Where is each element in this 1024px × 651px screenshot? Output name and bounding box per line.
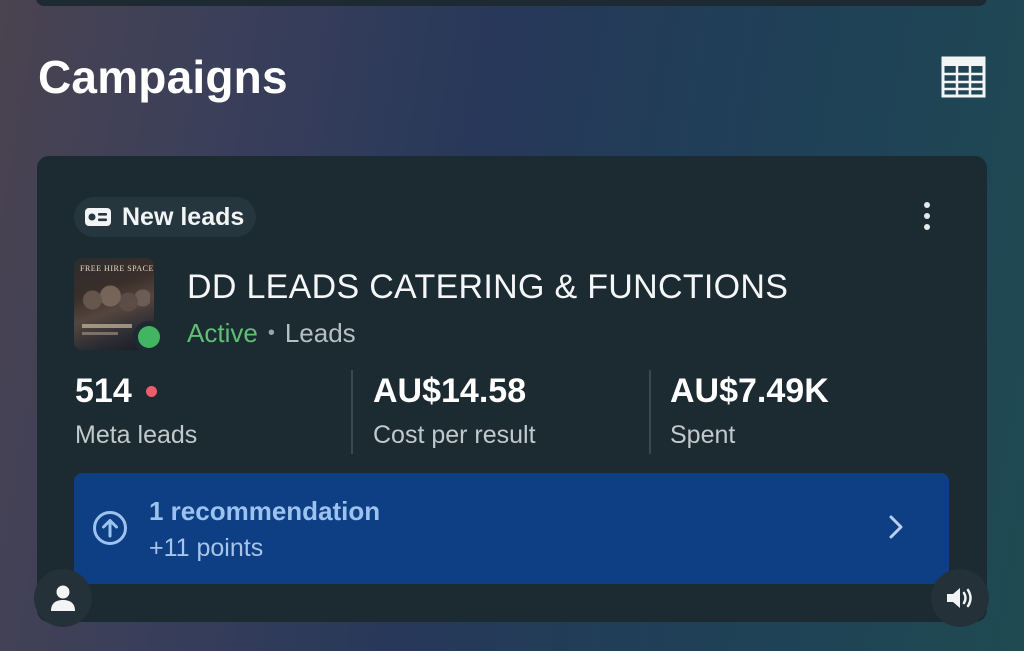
more-options-button[interactable] [915, 198, 939, 234]
recommendation-subtitle: +11 points [149, 534, 264, 562]
objective-badge: New leads [74, 197, 257, 237]
metric-value: AU$14.58 [373, 372, 527, 410]
profile-button[interactable] [34, 569, 92, 627]
campaign-card[interactable]: New leads FREE HIRE SPACE DD LEADS CATER… [37, 156, 987, 622]
page-title: Campaigns [38, 51, 288, 103]
more-vertical-icon [924, 202, 930, 208]
status-indicator [133, 321, 165, 353]
metric-value: 514 [75, 372, 132, 410]
metric-spent: AU$7.49K Spent [670, 372, 829, 450]
campaign-status-line: Active • Leads [187, 318, 356, 349]
metric-meta-leads: 514 Meta leads [75, 372, 197, 450]
recommendation-banner[interactable]: 1 recommendation +11 points [74, 473, 949, 584]
metric-label: Spent [670, 421, 736, 449]
arrow-up-circle-icon [93, 511, 127, 545]
table-view-button[interactable] [941, 56, 986, 98]
metric-divider [351, 370, 353, 454]
metric-label: Meta leads [75, 421, 198, 449]
metric-cost-per-result: AU$14.58 Cost per result [373, 372, 536, 450]
objective-label: New leads [122, 202, 245, 231]
campaign-type: Leads [284, 318, 356, 348]
lead-card-icon [85, 208, 111, 226]
metric-value: AU$7.49K [670, 372, 829, 410]
metric-label: Cost per result [373, 421, 536, 449]
alert-dot [145, 386, 157, 397]
person-icon [51, 585, 75, 611]
thumbnail-text: FREE HIRE SPACE [80, 264, 154, 273]
campaign-name[interactable]: DD LEADS CATERING & FUNCTIONS [187, 268, 788, 307]
separator: • [267, 322, 275, 344]
status-text: Active [187, 318, 258, 348]
speaker-icon [947, 588, 972, 608]
chevron-right-icon [889, 515, 903, 539]
table-icon [941, 56, 986, 98]
recommendation-title: 1 recommendation [149, 496, 381, 526]
previous-card-edge [36, 0, 987, 6]
metric-divider [649, 370, 651, 454]
sound-toggle-button[interactable] [931, 569, 989, 627]
